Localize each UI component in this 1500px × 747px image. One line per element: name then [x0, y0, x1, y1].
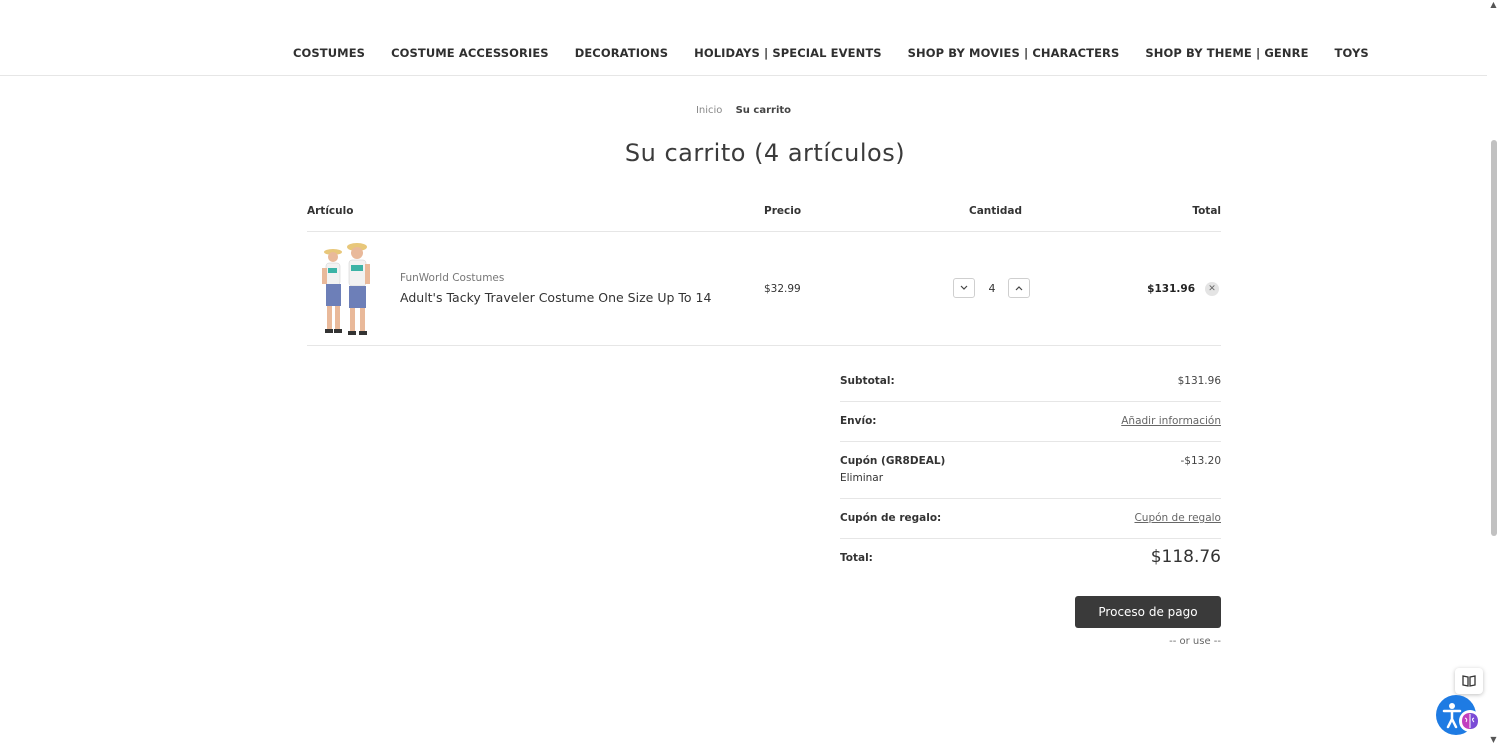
shipping-row: Envío: Añadir información — [840, 402, 1221, 442]
add-shipping-info-link[interactable]: Añadir información — [1121, 415, 1221, 427]
breadcrumb-home-link[interactable]: Inicio — [696, 105, 722, 116]
product-image[interactable] — [313, 240, 379, 340]
scroll-down-arrow-icon[interactable]: ▼ — [1489, 735, 1498, 745]
checkout-button[interactable]: Proceso de pago — [1075, 596, 1221, 628]
grand-total-label: Total: — [840, 552, 873, 564]
header-price: Precio — [764, 205, 802, 217]
scroll-up-arrow-icon[interactable]: ▲ — [1489, 0, 1498, 10]
close-icon: ✕ — [1208, 284, 1216, 294]
brain-icon[interactable] — [1458, 709, 1482, 733]
nav-item-movies-characters[interactable]: SHOP BY MOVIES | CHARACTERS — [908, 46, 1120, 60]
grand-total-row: Total: $118.76 — [840, 539, 1221, 579]
header-quantity: Cantidad — [969, 205, 1023, 217]
header-total: Total — [1192, 205, 1221, 217]
book-icon — [1462, 675, 1476, 687]
breadcrumb: Inicio Su carrito — [0, 105, 1487, 116]
subtotal-row: Subtotal: $131.96 — [840, 362, 1221, 402]
reader-mode-button[interactable] — [1455, 668, 1483, 694]
nav-item-theme-genre[interactable]: SHOP BY THEME | GENRE — [1145, 46, 1308, 60]
quantity-value[interactable]: 4 — [977, 282, 1007, 295]
nav-menu: COSTUMES COSTUME ACCESSORIES DECORATIONS… — [293, 46, 1369, 60]
header-item: Artículo — [307, 205, 354, 217]
nav-item-costumes[interactable]: COSTUMES — [293, 46, 365, 60]
coupon-value: -$13.20 — [1180, 455, 1221, 467]
chevron-down-icon — [960, 285, 968, 290]
nav-item-decorations[interactable]: DECORATIONS — [575, 46, 668, 60]
gift-coupon-link[interactable]: Cupón de regalo — [1134, 512, 1221, 524]
page-title: Su carrito (4 artículos) — [624, 139, 906, 167]
coupon-label: Cupón (GR8DEAL) — [840, 455, 946, 467]
cart-item-row: FunWorld Costumes Adult's Tacky Traveler… — [307, 232, 1221, 346]
quantity-increase-button[interactable] — [1008, 278, 1030, 298]
scroll-thumb[interactable] — [1491, 140, 1497, 536]
line-total: $131.96 — [1147, 283, 1195, 295]
remove-coupon-link[interactable]: Eliminar — [840, 472, 883, 484]
breadcrumb-current: Su carrito — [735, 105, 792, 116]
subtotal-value: $131.96 — [1177, 375, 1221, 387]
product-name-link[interactable]: Adult's Tacky Traveler Costume One Size … — [400, 290, 711, 305]
nav-item-holidays[interactable]: HOLIDAYS | SPECIAL EVENTS — [694, 46, 882, 60]
shipping-label: Envío: — [840, 415, 877, 427]
or-use-label: -- or use -- — [1169, 636, 1221, 647]
page-scrollbar[interactable]: ▲ ▼ — [1487, 0, 1500, 747]
nav-item-costume-accessories[interactable]: COSTUME ACCESSORIES — [391, 46, 549, 60]
gift-coupon-row: Cupón de regalo: Cupón de regalo — [840, 499, 1221, 539]
chevron-up-icon — [1015, 286, 1023, 291]
cart-totals: Subtotal: $131.96 Envío: Añadir informac… — [840, 362, 1221, 579]
top-navigation: COSTUMES COSTUME ACCESSORIES DECORATIONS… — [0, 0, 1487, 76]
grand-total-value: $118.76 — [1150, 547, 1221, 567]
nav-item-toys[interactable]: TOYS — [1335, 46, 1369, 60]
quantity-decrease-button[interactable] — [953, 278, 975, 298]
coupon-row: Cupón (GR8DEAL) Eliminar -$13.20 — [840, 442, 1221, 499]
product-brand: FunWorld Costumes — [400, 272, 505, 284]
product-price: $32.99 — [764, 283, 801, 295]
gift-coupon-label: Cupón de regalo: — [840, 512, 942, 524]
remove-item-button[interactable]: ✕ — [1205, 282, 1219, 296]
subtotal-label: Subtotal: — [840, 375, 895, 387]
cart-table-header: Artículo Precio Cantidad Total — [307, 205, 1221, 232]
